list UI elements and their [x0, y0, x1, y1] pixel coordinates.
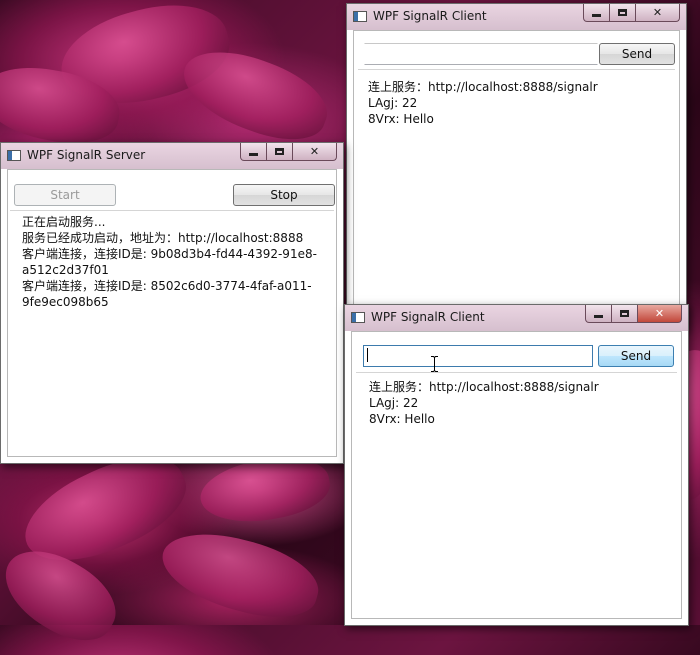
message-input[interactable]: [364, 43, 598, 65]
maximize-button[interactable]: [267, 143, 293, 161]
maximize-icon: [275, 148, 284, 155]
server-log: 正在启动服务... 服务已经成功启动，地址为：http://localhost:…: [22, 214, 322, 310]
stop-button[interactable]: Stop: [233, 184, 335, 206]
client-area: Start Stop 正在启动服务... 服务已经成功启动，地址为：http:/…: [7, 169, 337, 457]
close-icon: ✕: [652, 6, 663, 19]
minimize-button[interactable]: [240, 143, 267, 161]
close-icon: ✕: [654, 307, 665, 320]
minimize-icon: [592, 14, 601, 17]
client-titlebar-bottom[interactable]: WPF SignalR Client ✕: [345, 305, 688, 331]
text-caret: [367, 348, 368, 362]
divider: [356, 372, 677, 373]
caption-buttons: ✕: [585, 305, 682, 324]
divider: [10, 210, 334, 211]
log-line: 服务已经成功启动，地址为：http://localhost:8888: [22, 231, 304, 245]
log-line: 8Vrx: Hello: [369, 412, 435, 426]
maximize-button[interactable]: [610, 4, 636, 22]
log-line: 连上服务：http://localhost:8888/signalr: [368, 80, 598, 94]
maximize-icon: [620, 310, 629, 317]
wallpaper-petal: [153, 520, 327, 630]
log-line: 8Vrx: Hello: [368, 112, 434, 126]
minimize-button[interactable]: [585, 305, 612, 323]
maximize-button[interactable]: [612, 305, 638, 323]
server-window: WPF SignalR Server ✕ Start Stop 正在启动服务..…: [0, 142, 344, 464]
wpf-app-icon: [353, 11, 367, 22]
minimize-icon: [249, 153, 258, 156]
message-log: 连上服务：http://localhost:8888/signalr LAgj:…: [368, 79, 598, 127]
close-button[interactable]: ✕: [636, 4, 680, 22]
send-button[interactable]: Send: [599, 43, 675, 65]
client-window-bottom: WPF SignalR Client ✕ Send 连上服务：http://lo…: [344, 304, 689, 626]
window-title: WPF SignalR Server: [27, 148, 146, 162]
window-title: WPF SignalR Client: [371, 310, 485, 324]
server-titlebar[interactable]: WPF SignalR Server ✕: [1, 143, 343, 169]
message-log: 连上服务：http://localhost:8888/signalr LAgj:…: [369, 379, 599, 427]
client-window-top: WPF SignalR Client ✕ Send 连上服务：http://lo…: [346, 3, 687, 330]
message-input[interactable]: [363, 345, 593, 367]
log-line: LAgj: 22: [369, 396, 419, 410]
log-line: 连上服务：http://localhost:8888/signalr: [369, 380, 599, 394]
wpf-app-icon: [351, 312, 365, 323]
log-line: 客户端连接，连接ID是: 8502c6d0-3774-4faf-a011-9fe…: [22, 279, 312, 309]
caption-buttons: ✕: [583, 4, 680, 23]
log-line: LAgj: 22: [368, 96, 418, 110]
divider: [358, 69, 675, 70]
send-button[interactable]: Send: [598, 345, 674, 367]
client-area: Send 连上服务：http://localhost:8888/signalr …: [353, 30, 680, 323]
wpf-app-icon: [7, 150, 21, 161]
log-line: 正在启动服务...: [22, 215, 106, 229]
close-button[interactable]: ✕: [293, 143, 337, 161]
client-titlebar-top[interactable]: WPF SignalR Client ✕: [347, 4, 686, 30]
window-title: WPF SignalR Client: [373, 9, 487, 23]
start-button[interactable]: Start: [14, 184, 116, 206]
caption-buttons: ✕: [240, 143, 337, 162]
close-button[interactable]: ✕: [638, 305, 682, 323]
minimize-icon: [594, 315, 603, 318]
message-input-wrapper: [363, 345, 593, 367]
log-line: 客户端连接，连接ID是: 9b08d3b4-fd44-4392-91e8-a51…: [22, 247, 317, 277]
ibeam-cursor-icon: [431, 356, 438, 372]
minimize-button[interactable]: [583, 4, 610, 22]
client-area: Send 连上服务：http://localhost:8888/signalr …: [351, 331, 682, 619]
maximize-icon: [618, 9, 627, 16]
close-icon: ✕: [309, 145, 320, 158]
